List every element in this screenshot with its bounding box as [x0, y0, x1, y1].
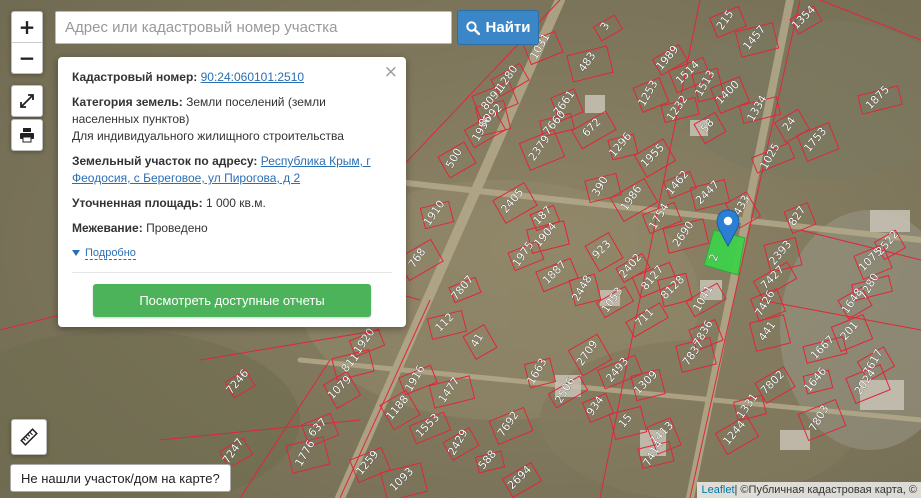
- find-button-label: Найти: [485, 19, 531, 36]
- measure-button[interactable]: [11, 419, 47, 455]
- not-found-button[interactable]: Не нашли участок/дом на карте?: [10, 464, 231, 492]
- printer-icon: [20, 128, 34, 143]
- cadastral-number-row: Кадастровый номер: 90:24:060101:2510: [72, 70, 305, 84]
- address-row: Земельный участок по адресу: Республика …: [72, 154, 371, 185]
- expand-icon: [20, 94, 34, 108]
- fullscreen-button[interactable]: [11, 85, 43, 117]
- zoom-out-button[interactable]: −: [12, 43, 42, 73]
- survey-row: Межевание: Проведено: [72, 221, 208, 235]
- print-button[interactable]: [11, 119, 43, 151]
- view-reports-button[interactable]: Посмотреть доступные отчеты: [93, 284, 371, 317]
- find-button[interactable]: Найти: [457, 10, 539, 45]
- cadastral-number-link[interactable]: 90:24:060101:2510: [201, 70, 304, 84]
- zoom-in-button[interactable]: +: [12, 12, 42, 42]
- close-icon[interactable]: ×: [384, 62, 398, 82]
- land-category-row: Категория земель: Земли поселений (земли…: [72, 95, 344, 143]
- details-toggle[interactable]: Подробно: [72, 245, 392, 262]
- parcel-info-popup: × Кадастровый номер: 90:24:060101:2510 К…: [58, 57, 406, 327]
- search-input[interactable]: [55, 11, 452, 44]
- zoom-control: + −: [11, 11, 43, 74]
- map-attribution: Leaflet | © Публичная кадастровая карта,…: [697, 482, 921, 498]
- leaflet-link[interactable]: Leaflet: [701, 484, 734, 496]
- search-icon: [465, 20, 480, 35]
- ruler-icon: [20, 428, 38, 446]
- area-row: Уточненная площадь: 1 000 кв.м.: [72, 196, 266, 210]
- caret-down-icon: [72, 250, 80, 256]
